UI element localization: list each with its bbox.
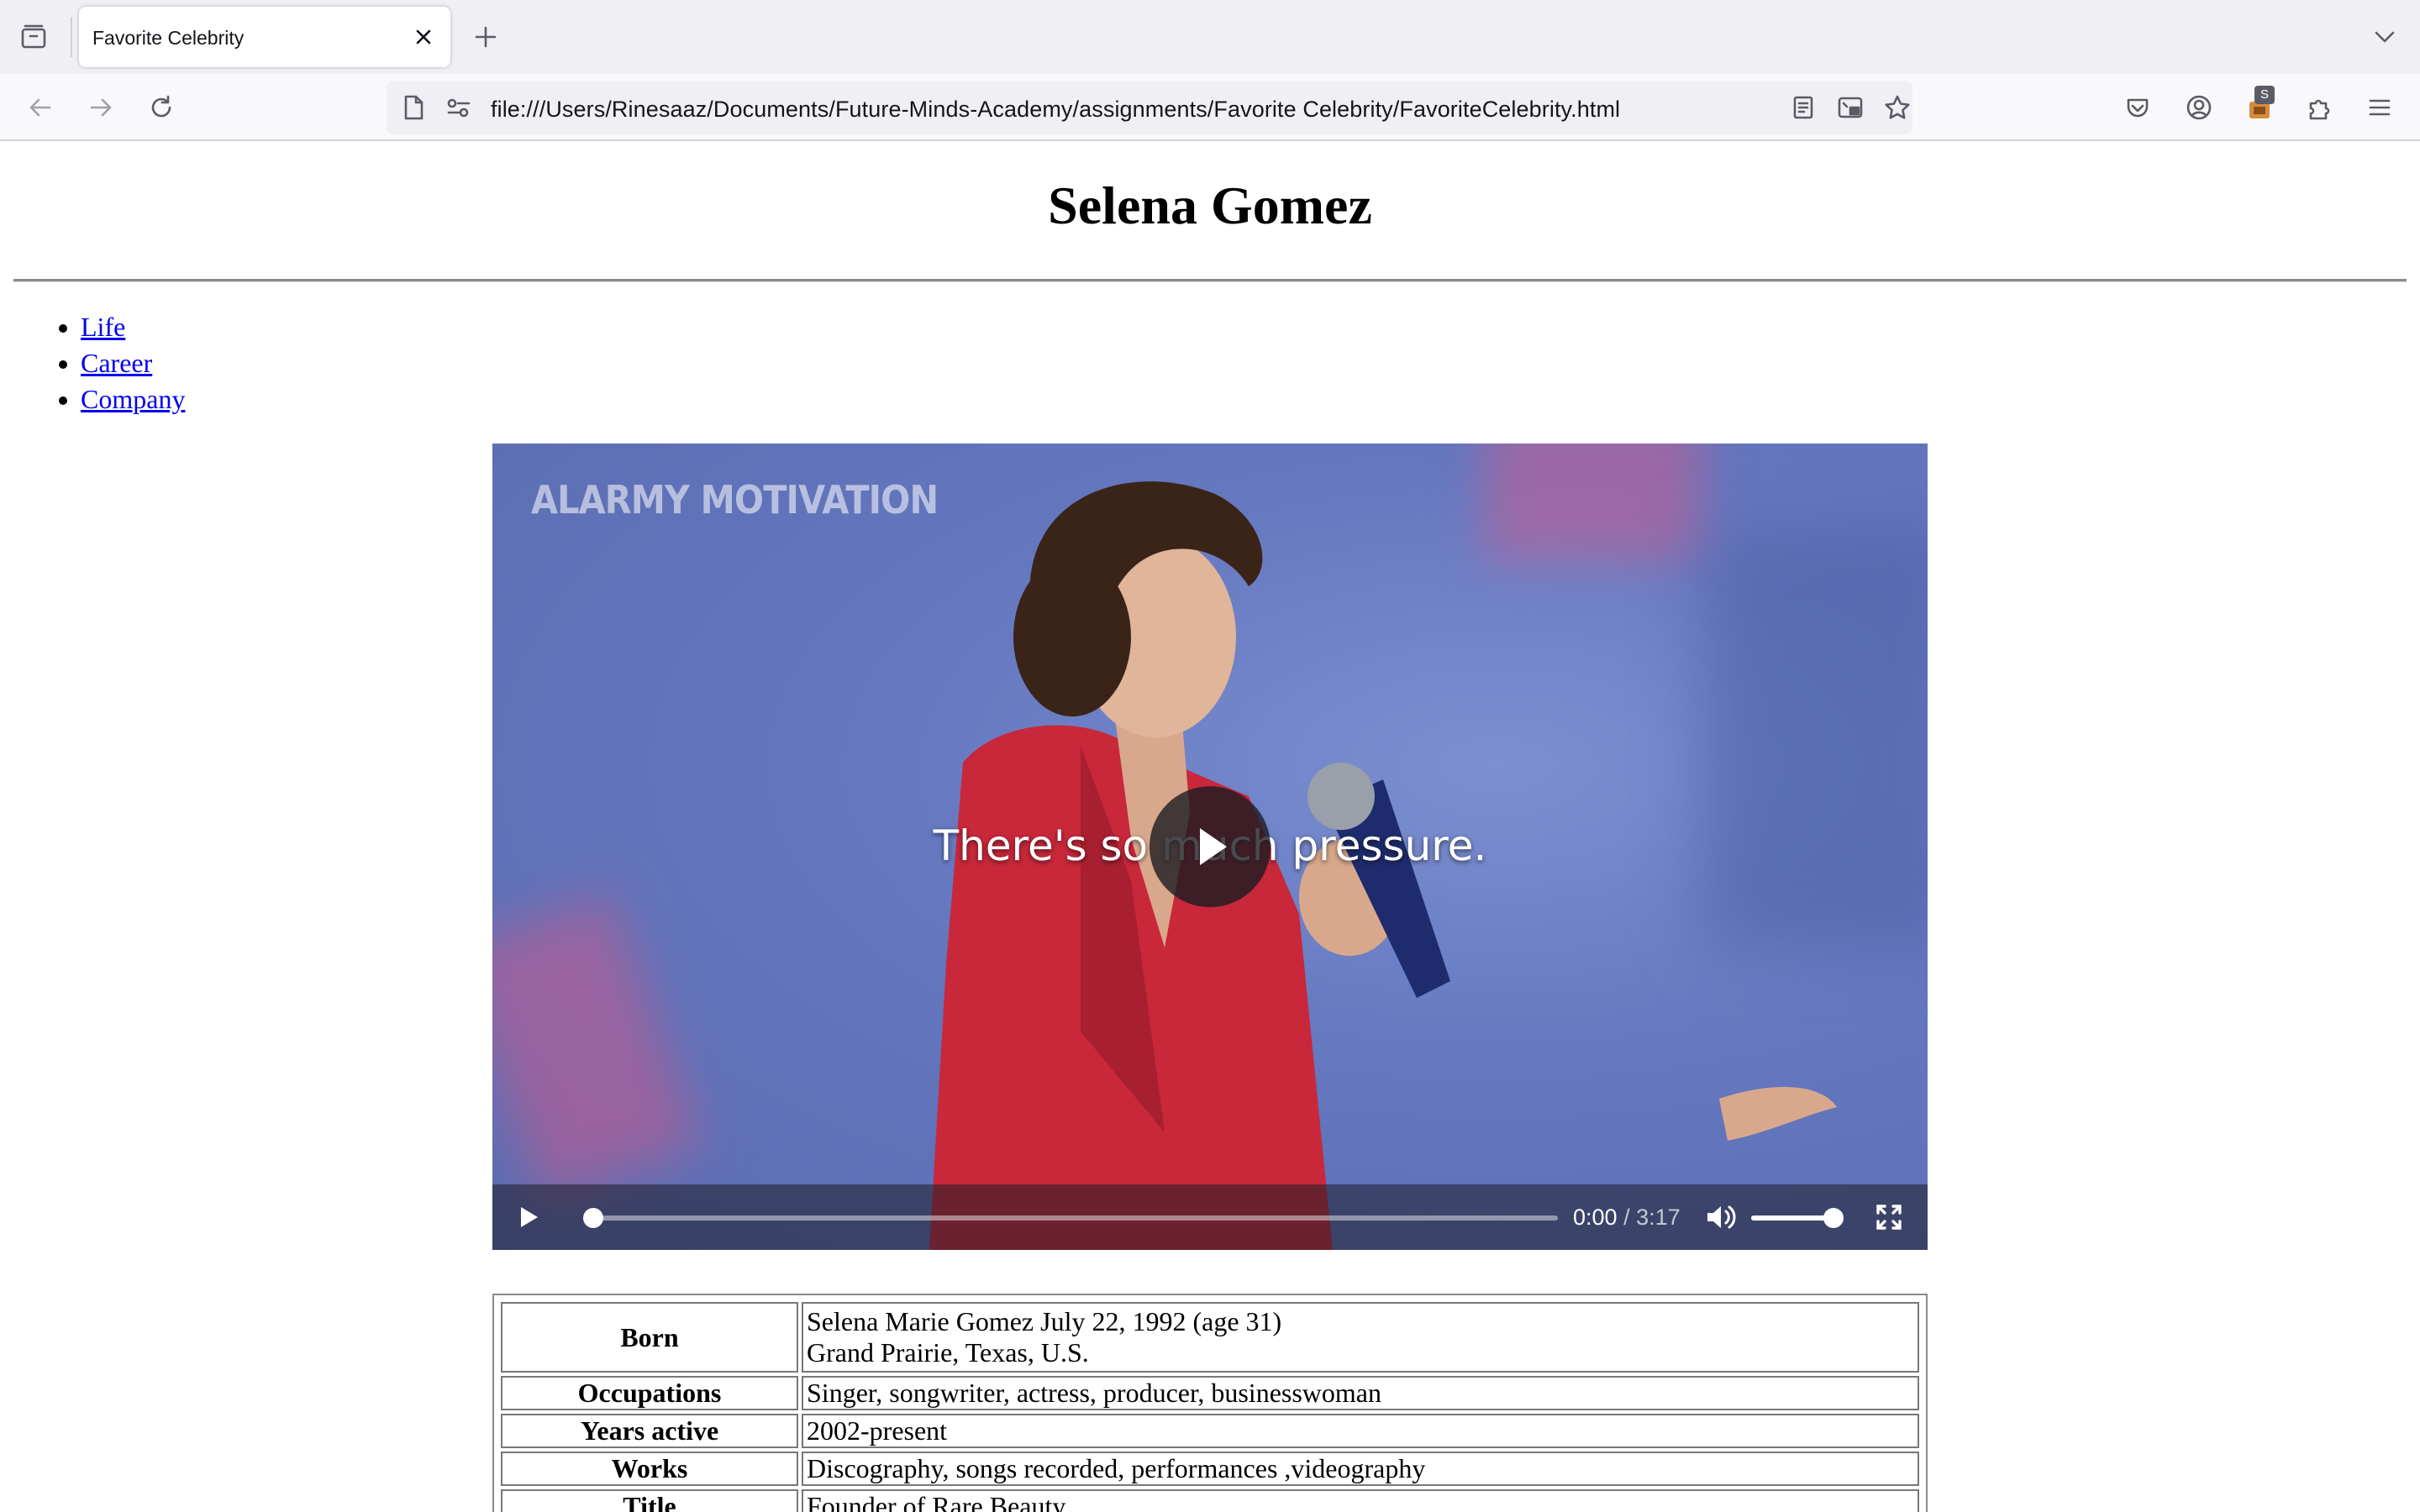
site-permissions-icon[interactable] bbox=[444, 92, 474, 123]
video-watermark: ALARMY MOTIVATION bbox=[531, 477, 939, 522]
table-row: Years active 2002-present bbox=[501, 1414, 1919, 1448]
new-tab-icon[interactable] bbox=[467, 18, 504, 55]
current-time: 0:00 bbox=[1573, 1205, 1618, 1230]
mute-button[interactable] bbox=[1704, 1200, 1738, 1234]
nav-item-career: Career bbox=[81, 345, 185, 381]
play-icon bbox=[521, 1207, 538, 1227]
fullscreen-button[interactable] bbox=[1872, 1200, 1906, 1234]
duration: 3:17 bbox=[1636, 1205, 1681, 1230]
table-row: Works Discography, songs recorded, perfo… bbox=[501, 1452, 1919, 1486]
row-key: Occupations bbox=[501, 1376, 798, 1410]
time-display: 0:00 / 3:17 bbox=[1573, 1205, 1681, 1230]
tab-active[interactable]: Favorite Celebrity bbox=[79, 7, 450, 67]
play-overlay-button[interactable] bbox=[1150, 786, 1270, 907]
horizontal-rule bbox=[13, 279, 2407, 282]
reader-view-icon[interactable] bbox=[1786, 91, 1820, 124]
forward-arrow-icon[interactable] bbox=[81, 87, 121, 128]
account-icon[interactable] bbox=[2179, 87, 2219, 128]
row-value: 2002-present bbox=[802, 1414, 1919, 1448]
row-key: Title bbox=[501, 1489, 798, 1512]
table-row: Occupations Singer, songwriter, actress,… bbox=[501, 1376, 1919, 1410]
tab-separator bbox=[71, 17, 72, 57]
row-key: Works bbox=[501, 1452, 798, 1486]
born-place: Grand Prairie, Texas, U.S. bbox=[807, 1337, 1089, 1368]
extension-badge: S bbox=[2254, 86, 2275, 104]
page-content: Selena Gomez Life Career Company bbox=[0, 143, 2420, 1512]
extension-s-icon[interactable]: S bbox=[2239, 86, 2280, 128]
address-bar[interactable]: file:///Users/Rinesaaz/Documents/Future-… bbox=[387, 81, 1912, 134]
volume-slider[interactable] bbox=[1751, 1208, 1844, 1228]
url-text[interactable]: file:///Users/Rinesaaz/Documents/Future-… bbox=[491, 97, 1620, 123]
page-title: Selena Gomez bbox=[1048, 176, 1372, 235]
tab-bar: Favorite Celebrity bbox=[0, 0, 2420, 74]
nav-item-company: Company bbox=[81, 381, 185, 417]
row-key: Years active bbox=[501, 1414, 798, 1448]
nav-item-life: Life bbox=[81, 309, 185, 345]
row-value: Founder of Rare Beauty bbox=[802, 1489, 1919, 1512]
career-link[interactable]: Career bbox=[81, 348, 152, 378]
born-date: Selena Marie Gomez July 22, 1992 (age 31… bbox=[807, 1306, 1282, 1336]
video-player[interactable]: ALARMY MOTIVATION There's so much pressu… bbox=[492, 444, 1928, 1250]
info-table: Born Selena Marie Gomez July 22, 1992 (a… bbox=[492, 1294, 1928, 1512]
volume-icon bbox=[1707, 1205, 1736, 1229]
menu-hamburger-icon[interactable] bbox=[2360, 87, 2400, 128]
play-button[interactable] bbox=[511, 1200, 544, 1234]
extensions-puzzle-icon[interactable] bbox=[2300, 87, 2340, 128]
section-nav-list: Life Career Company bbox=[81, 309, 185, 417]
navigation-toolbar: file:///Users/Rinesaaz/Documents/Future-… bbox=[0, 74, 2420, 141]
bookmark-star-icon[interactable] bbox=[1881, 91, 1914, 124]
row-key: Born bbox=[501, 1302, 798, 1373]
row-value: Discography, songs recorded, performance… bbox=[802, 1452, 1919, 1486]
reload-icon[interactable] bbox=[141, 87, 182, 128]
row-value: Singer, songwriter, actress, producer, b… bbox=[802, 1376, 1919, 1410]
picture-in-picture-icon[interactable] bbox=[1833, 91, 1867, 124]
fullscreen-icon bbox=[1876, 1205, 1902, 1230]
tab-title: Favorite Celebrity bbox=[92, 27, 245, 49]
page-document-icon bbox=[398, 92, 429, 123]
table-row: Born Selena Marie Gomez July 22, 1992 (a… bbox=[501, 1302, 1919, 1373]
video-controls: 0:00 / 3:17 bbox=[492, 1184, 1928, 1250]
seek-slider-thumb[interactable] bbox=[583, 1208, 603, 1228]
tab-list-icon[interactable] bbox=[13, 17, 54, 57]
play-icon bbox=[1200, 828, 1227, 865]
table-row: Title Founder of Rare Beauty bbox=[501, 1489, 1919, 1512]
list-all-tabs-chevron-icon[interactable] bbox=[2366, 18, 2403, 55]
pocket-icon[interactable] bbox=[2118, 87, 2158, 128]
close-tab-icon[interactable] bbox=[408, 22, 439, 52]
volume-slider-thumb[interactable] bbox=[1823, 1208, 1844, 1228]
company-link[interactable]: Company bbox=[81, 384, 185, 414]
seek-slider[interactable] bbox=[583, 1208, 1558, 1228]
row-value: Selena Marie Gomez July 22, 1992 (age 31… bbox=[802, 1302, 1919, 1373]
life-link[interactable]: Life bbox=[81, 312, 125, 342]
back-arrow-icon[interactable] bbox=[20, 87, 60, 128]
